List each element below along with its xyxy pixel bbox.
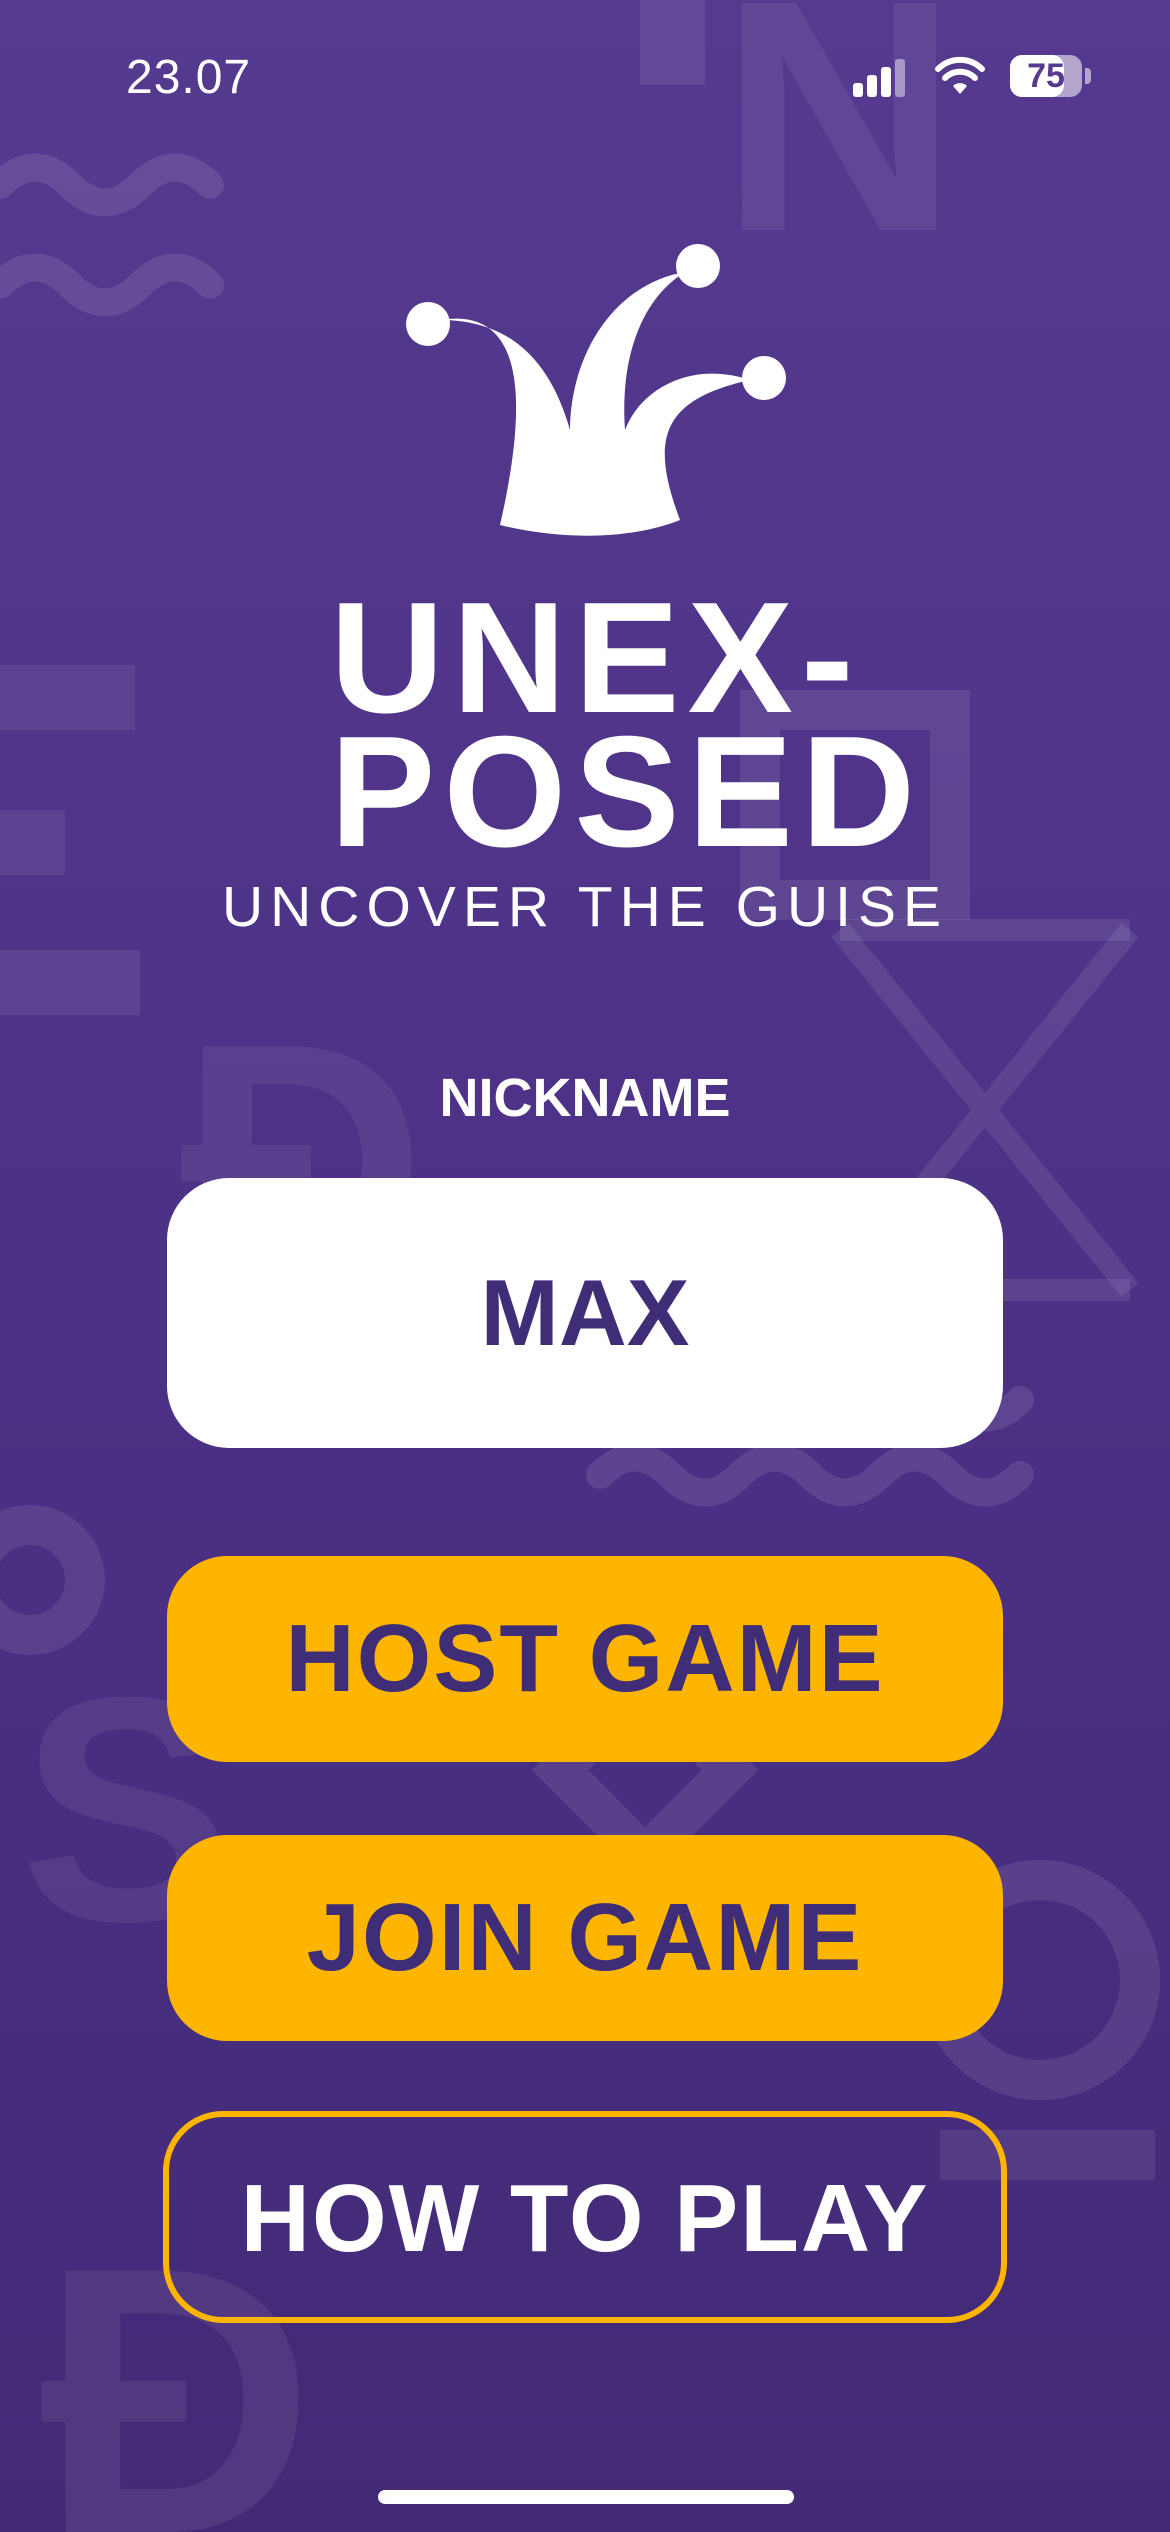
how-to-play-button[interactable]: HOW TO PLAY: [163, 2111, 1007, 2323]
join-game-button[interactable]: JOIN GAME: [167, 1835, 1003, 2041]
nickname-label: NICKNAME: [439, 1068, 731, 1128]
host-game-button[interactable]: HOST GAME: [167, 1556, 1003, 1762]
nickname-input[interactable]: [167, 1178, 1003, 1448]
jester-hat-icon: [406, 244, 786, 536]
battery-icon: 75: [1010, 55, 1082, 97]
battery-level-text: 75: [1027, 57, 1065, 95]
status-time: 23.07: [126, 51, 252, 104]
logo-title-line2: POSED: [330, 704, 924, 880]
cellular-signal-icon: [853, 57, 907, 97]
logo-tagline: UNCOVER THE GUISE: [221, 875, 949, 939]
home-screen: Đ S Đ N 23.07 75 UNEX- POSED UNCOVER THE…: [0, 0, 1170, 2532]
wifi-icon: [935, 56, 985, 94]
home-indicator[interactable]: [378, 2490, 794, 2504]
battery-tip: [1085, 68, 1091, 84]
